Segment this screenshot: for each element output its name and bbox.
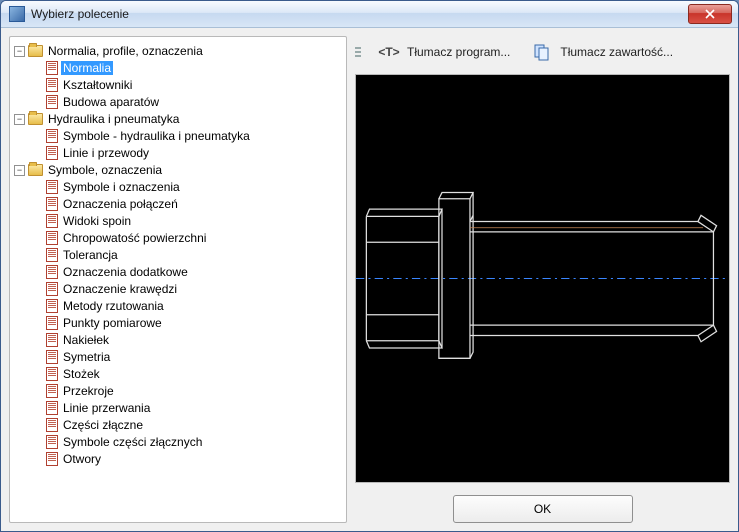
document-icon [46,61,58,75]
documents-icon [532,42,552,62]
text-tag-icon: <T> [379,42,399,62]
document-icon [46,129,58,143]
close-icon [705,9,715,19]
tree-item[interactable]: Linie przerwania [32,400,342,417]
close-button[interactable] [688,4,732,24]
toolbar-grip-icon [355,47,361,57]
tree-item[interactable]: Normalia [32,60,342,77]
ok-button[interactable]: OK [453,495,633,523]
tree-item[interactable]: Punkty pomiarowe [32,315,342,332]
preview-drawing [356,75,729,482]
window-title: Wybierz polecenie [31,7,688,21]
document-icon [46,180,58,194]
tree-folder[interactable]: − Normalia, profile, oznaczenia [14,43,342,60]
tree-item-label: Oznaczenia dodatkowe [61,265,190,279]
tree-folder[interactable]: − Symbole, oznaczenia [14,162,342,179]
tree-item-label: Punkty pomiarowe [61,316,164,330]
document-icon [46,384,58,398]
document-icon [46,367,58,381]
right-panel: <T> Tłumacz program... Tłumacz zawartość… [355,36,730,523]
dialog-window: Wybierz polecenie − Normalia, profile, oz… [0,0,739,532]
document-icon [46,350,58,364]
document-icon [46,333,58,347]
translate-program-label: Tłumacz program... [407,45,510,59]
document-icon [46,214,58,228]
tree-item-label: Symbole, oznaczenia [46,163,164,177]
document-icon [46,316,58,330]
tree-item-label: Symetria [61,350,112,364]
expander-icon[interactable]: − [14,165,25,176]
tree-item-label: Symbole - hydraulika i pneumatyka [61,129,252,143]
tree-panel[interactable]: − Normalia, profile, oznaczenia Normalia Ks… [9,36,347,523]
tree-item-label: Części złączne [61,418,145,432]
document-icon [46,282,58,296]
document-icon [46,197,58,211]
document-icon [46,248,58,262]
button-row: OK [355,489,730,523]
tree-item-label: Przekroje [61,384,116,398]
tree-item[interactable]: Otwory [32,451,342,468]
tree-item-label: Linie i przewody [61,146,151,160]
tree-item[interactable]: Linie i przewody [32,145,342,162]
translate-content-button[interactable]: Tłumacz zawartość... [528,40,677,64]
tree-item-label: Oznaczenia połączeń [61,197,180,211]
folder-icon [28,164,43,176]
document-icon [46,452,58,466]
folder-icon [28,45,43,57]
tree-item-label: Normalia, profile, oznaczenia [46,44,205,58]
translate-program-button[interactable]: <T> Tłumacz program... [375,40,514,64]
tree-item[interactable]: Symbole i oznaczenia [32,179,342,196]
document-icon [46,435,58,449]
preview-pane [355,74,730,483]
tree-item-label: Symbole i oznaczenia [61,180,182,194]
tree-item-label: Oznaczenie krawędzi [61,282,179,296]
tree-item-label: Linie przerwania [61,401,152,415]
tree-item[interactable]: Budowa aparatów [32,94,342,111]
folder-icon [28,113,43,125]
document-icon [46,146,58,160]
tree-item[interactable]: Przekroje [32,383,342,400]
expander-icon[interactable]: − [14,46,25,57]
document-icon [46,78,58,92]
tree-item-label: Tolerancja [61,248,120,262]
document-icon [46,401,58,415]
tree-item[interactable]: Symetria [32,349,342,366]
tree-item[interactable]: Symbole - hydraulika i pneumatyka [32,128,342,145]
tree-item-label: Metody rzutowania [61,299,166,313]
tree-item[interactable]: Stożek [32,366,342,383]
tree-item[interactable]: Metody rzutowania [32,298,342,315]
tree-item-label: Symbole części złącznych [61,435,204,449]
tree-item[interactable]: Symbole części złącznych [32,434,342,451]
tree-item-label: Chropowatość powierzchni [61,231,208,245]
document-icon [46,418,58,432]
tree-item[interactable]: Chropowatość powierzchni [32,230,342,247]
tree-item-label: Widoki spoin [61,214,133,228]
tree-item[interactable]: Kształtowniki [32,77,342,94]
toolbar: <T> Tłumacz program... Tłumacz zawartość… [355,36,730,68]
document-icon [46,231,58,245]
document-icon [46,95,58,109]
titlebar[interactable]: Wybierz polecenie [1,1,738,28]
tree-item[interactable]: Oznaczenia dodatkowe [32,264,342,281]
tree-item-label: Normalia [61,61,113,75]
tree-item-label: Nakiełek [61,333,111,347]
translate-content-label: Tłumacz zawartość... [560,45,673,59]
app-icon [9,6,25,22]
document-icon [46,265,58,279]
expander-icon[interactable]: − [14,114,25,125]
tree-item[interactable]: Oznaczenia połączeń [32,196,342,213]
tree-item[interactable]: Części złączne [32,417,342,434]
document-icon [46,299,58,313]
tree-folder[interactable]: − Hydraulika i pneumatyka [14,111,342,128]
tree-item[interactable]: Widoki spoin [32,213,342,230]
content-area: − Normalia, profile, oznaczenia Normalia Ks… [1,28,738,531]
tree-item[interactable]: Oznaczenie krawędzi [32,281,342,298]
tree-item[interactable]: Nakiełek [32,332,342,349]
tree-item-label: Kształtowniki [61,78,134,92]
tree-item-label: Budowa aparatów [61,95,161,109]
tree-item-label: Stożek [61,367,102,381]
tree-item-label: Hydraulika i pneumatyka [46,112,181,126]
tree-item[interactable]: Tolerancja [32,247,342,264]
tree-item-label: Otwory [61,452,103,466]
